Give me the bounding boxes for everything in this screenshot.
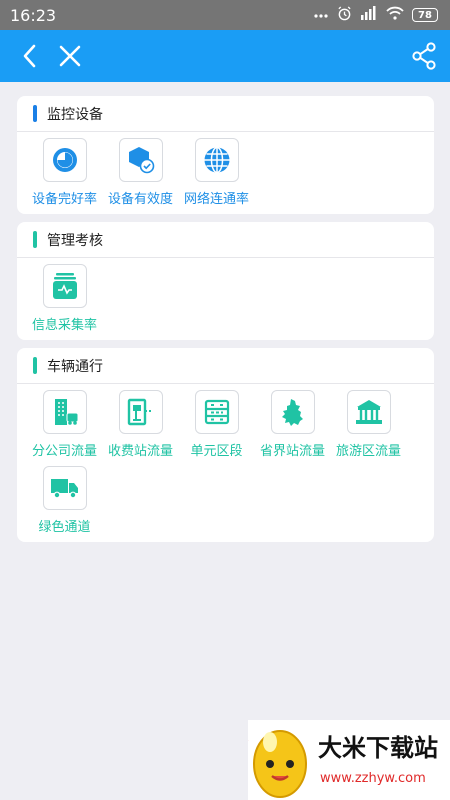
close-icon — [59, 45, 81, 67]
data-collection-icon — [42, 264, 87, 308]
road-segment-icon — [194, 390, 239, 434]
item-tourist-area-traffic[interactable]: 旅游区流量 — [331, 390, 406, 459]
item-network-connectivity-rate[interactable]: 网络连通率 — [179, 138, 254, 207]
watermark-url: www.zzhyw.com — [320, 771, 426, 786]
close-button[interactable] — [52, 38, 88, 74]
section-monitoring: 监控设备 设备完好率 设备有效度 网络连通率 — [17, 96, 434, 214]
item-label: 单元区段 — [190, 444, 243, 459]
back-button[interactable] — [12, 38, 48, 74]
item-provincial-border-traffic[interactable]: 省界站流量 — [255, 390, 330, 459]
section-title: 车辆通行 — [47, 358, 103, 375]
item-label: 绿色通道 — [38, 520, 91, 535]
item-info-collection-rate[interactable]: 信息采集率 — [27, 264, 102, 333]
section-accent-bar — [33, 105, 37, 122]
pie-chart-icon — [42, 138, 87, 182]
status-icons: 78 — [313, 5, 438, 25]
item-equipment-integrity-rate[interactable]: 设备完好率 — [27, 138, 102, 207]
item-label: 设备有效度 — [107, 192, 173, 207]
section-accent-bar — [33, 231, 37, 248]
alarm-icon — [337, 5, 352, 25]
share-icon — [412, 42, 436, 70]
signal-icon — [360, 6, 378, 24]
section-vehicle-traffic: 车辆通行 分公司流量 收费站流量 单元区段 省界站流量 旅游区流量 绿色通道 — [17, 348, 434, 542]
item-label: 网络连通率 — [183, 192, 249, 207]
share-button[interactable] — [406, 38, 442, 74]
toll-station-icon — [118, 390, 163, 434]
item-unit-segment[interactable]: 单元区段 — [179, 390, 254, 459]
item-label: 省界站流量 — [259, 444, 325, 459]
status-bar: 16:23 78 — [0, 0, 450, 30]
item-label: 旅游区流量 — [335, 444, 401, 459]
app-bar — [0, 30, 450, 82]
item-label: 分公司流量 — [31, 444, 97, 459]
section-title: 管理考核 — [47, 232, 103, 249]
item-branch-traffic[interactable]: 分公司流量 — [27, 390, 102, 459]
item-green-channel[interactable]: 绿色通道 — [27, 466, 102, 535]
more-dots-icon — [313, 8, 329, 23]
item-label: 设备完好率 — [31, 192, 97, 207]
globe-icon — [194, 138, 239, 182]
item-equipment-effectiveness[interactable]: 设备有效度 — [103, 138, 178, 207]
back-icon — [23, 44, 36, 68]
item-label: 信息采集率 — [31, 318, 97, 333]
section-accent-bar — [33, 357, 37, 374]
battery-icon: 78 — [412, 8, 438, 22]
shield-check-icon — [118, 138, 163, 182]
watermark-logo: (Y 大米下载站 www.zzhyw.com — [203, 720, 450, 800]
section-header: 监控设备 — [17, 96, 434, 132]
item-toll-station-traffic[interactable]: 收费站流量 — [103, 390, 178, 459]
province-map-icon — [270, 390, 315, 434]
wifi-icon — [386, 6, 404, 24]
section-header: 车辆通行 — [17, 348, 434, 384]
watermark-text: 大米下载站 — [318, 734, 438, 762]
item-label: 收费站流量 — [107, 444, 173, 459]
section-title: 监控设备 — [47, 106, 103, 123]
truck-icon — [42, 466, 87, 510]
section-header: 管理考核 — [17, 222, 434, 258]
status-time: 16:23 — [10, 5, 57, 25]
temple-icon — [346, 390, 391, 434]
section-management: 管理考核 信息采集率 — [17, 222, 434, 340]
building-icon — [42, 390, 87, 434]
